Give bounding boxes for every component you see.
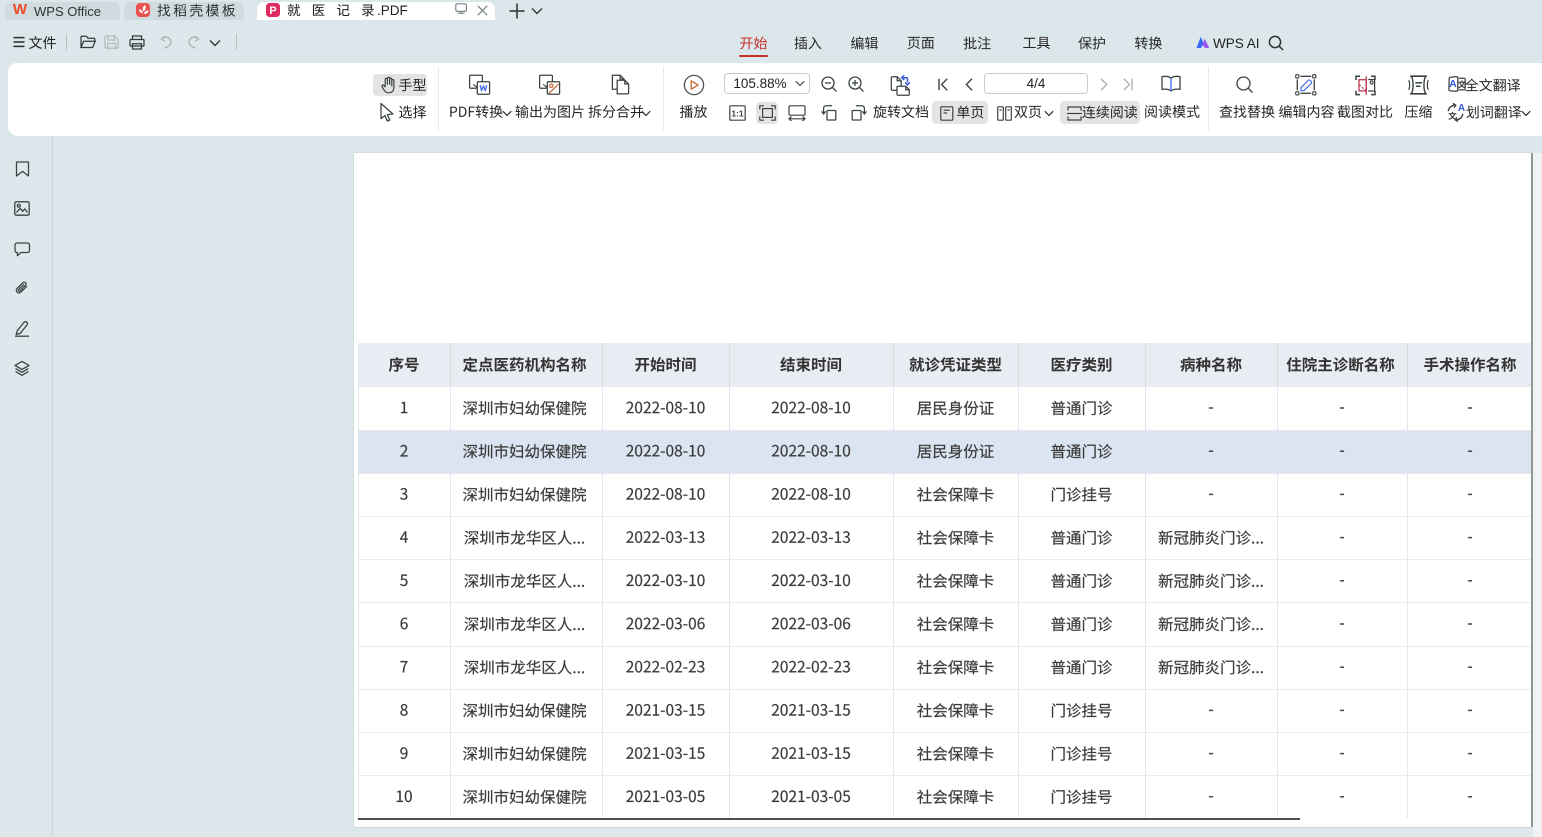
svg-text:1:1: 1:1: [731, 108, 744, 118]
svg-text:P: P: [269, 5, 276, 17]
